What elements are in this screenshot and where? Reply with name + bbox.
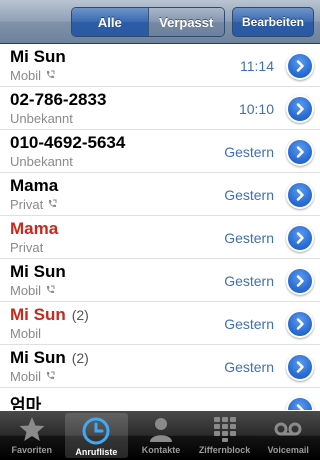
call-type: Mobil — [10, 283, 55, 298]
tab-label: Voicemail — [267, 445, 309, 455]
call-type: Mobil — [10, 68, 55, 83]
tab-contacts[interactable]: Kontakte — [129, 411, 193, 460]
tab-label: Anrufliste — [75, 447, 118, 457]
chevron-right-icon — [296, 103, 304, 115]
call-type-label: Mobil — [10, 369, 42, 384]
tab-keypad[interactable]: Ziffernblock — [193, 411, 257, 460]
call-time: Gestern — [224, 187, 274, 203]
filter-segmented-control: Alle Verpasst — [71, 7, 225, 37]
call-type: Unbekannt — [10, 154, 73, 169]
caller-name: 02-786-2833 — [10, 90, 106, 110]
tab-bar: Favoriten Anrufliste Kontakte Ziffernblo… — [0, 411, 320, 460]
detail-disclosure-button[interactable] — [288, 398, 312, 410]
call-type: Privat — [10, 240, 43, 255]
segment-missed[interactable]: Verpasst — [147, 8, 224, 36]
chevron-right-icon — [296, 146, 304, 158]
call-type: Privat — [10, 197, 57, 212]
call-count: (2) — [71, 307, 89, 323]
detail-disclosure-button[interactable] — [288, 226, 312, 250]
detail-disclosure-button[interactable] — [288, 97, 312, 121]
call-type: Unbekannt — [10, 111, 73, 126]
tab-favorites[interactable]: Favoriten — [0, 411, 64, 460]
segment-all[interactable]: Alle — [72, 8, 148, 36]
call-row[interactable]: Mi Sun Mobil Gestern — [0, 259, 320, 302]
chevron-right-icon — [296, 60, 304, 72]
call-type-label: Unbekannt — [10, 111, 73, 126]
call-time: Gestern — [224, 316, 274, 332]
tab-label: Kontakte — [141, 445, 181, 455]
caller-name: 010-4692-5634 — [10, 133, 125, 153]
detail-disclosure-button[interactable] — [288, 183, 312, 207]
caller-name-text: 엄마 — [10, 396, 42, 410]
outgoing-call-icon — [43, 197, 57, 212]
caller-name: Mi Sun (2) — [10, 305, 89, 325]
chevron-right-icon — [296, 404, 304, 410]
detail-disclosure-button[interactable] — [288, 355, 312, 379]
call-row[interactable]: Mi Sun (2) Mobil Gestern — [0, 345, 320, 388]
caller-name-text: Mama — [10, 219, 59, 238]
call-time: Gestern — [224, 273, 274, 289]
tab-voicemail[interactable]: Voicemail — [256, 411, 320, 460]
call-time: Gestern — [224, 230, 274, 246]
clock-icon — [80, 416, 112, 446]
tab-label: Favoriten — [11, 445, 53, 455]
caller-name: Mi Sun — [10, 262, 66, 282]
caller-name-text: 02-786-2833 — [10, 90, 107, 109]
call-row[interactable]: Mi Sun Mobil 11:14 — [0, 44, 320, 87]
keypad-icon — [209, 414, 241, 444]
call-time: Gestern — [224, 144, 274, 160]
call-row[interactable]: 엄마 — [0, 388, 320, 410]
caller-name: Mama — [10, 219, 58, 239]
call-type-label: Privat — [10, 197, 44, 212]
call-list: Mi Sun Mobil 11:14 02-786-2833 Unbekannt 10:1… — [0, 44, 320, 410]
caller-name: Mi Sun — [10, 47, 66, 67]
chevron-right-icon — [296, 318, 304, 330]
call-row[interactable]: 02-786-2833 Unbekannt 10:10 — [0, 87, 320, 130]
voicemail-icon — [272, 414, 304, 444]
call-time: Gestern — [224, 359, 274, 375]
tab-recents[interactable]: Anrufliste — [64, 413, 129, 458]
caller-name-text: 010-4692-5634 — [10, 133, 126, 152]
call-type-label: Unbekannt — [10, 154, 73, 169]
outgoing-call-icon — [41, 68, 55, 83]
call-row[interactable]: 010-4692-5634 Unbekannt Gestern — [0, 130, 320, 173]
caller-name-text: Mi Sun — [10, 305, 66, 324]
call-time: 11:14 — [240, 58, 274, 74]
detail-disclosure-button[interactable] — [288, 54, 312, 78]
detail-disclosure-button[interactable] — [288, 140, 312, 164]
call-type-label: Privat — [10, 240, 44, 255]
call-type-label: Mobil — [10, 326, 42, 341]
caller-name: 엄마 — [10, 391, 41, 410]
chevron-right-icon — [296, 232, 304, 244]
caller-name: Mama — [10, 176, 58, 196]
person-icon — [145, 414, 177, 444]
call-time: 10:10 — [238, 101, 274, 117]
outgoing-call-icon — [41, 283, 55, 298]
star-icon — [16, 414, 48, 444]
caller-name-text: Mi Sun — [10, 47, 66, 66]
call-type-label: Mobil — [10, 68, 42, 83]
call-row[interactable]: Mama Privat Gestern — [0, 173, 320, 216]
caller-name-text: Mi Sun — [10, 262, 66, 281]
tab-label: Ziffernblock — [198, 445, 251, 455]
call-count: (2) — [71, 350, 89, 366]
call-type-label: Mobil — [10, 283, 42, 298]
chevron-right-icon — [296, 189, 304, 201]
call-type: Mobil — [10, 326, 41, 341]
detail-disclosure-button[interactable] — [288, 269, 312, 293]
edit-button[interactable]: Bearbeiten — [232, 7, 314, 37]
call-type: Mobil — [10, 369, 55, 384]
chevron-right-icon — [296, 361, 304, 373]
detail-disclosure-button[interactable] — [288, 312, 312, 336]
chevron-right-icon — [296, 275, 304, 287]
nav-bar: Alle Verpasst Bearbeiten — [0, 0, 320, 44]
caller-name: Mi Sun (2) — [10, 348, 89, 368]
caller-name-text: Mi Sun — [10, 348, 66, 367]
caller-name-text: Mama — [10, 176, 59, 195]
outgoing-call-icon — [41, 369, 55, 384]
call-row[interactable]: Mama Privat Gestern — [0, 216, 320, 259]
call-row[interactable]: Mi Sun (2) Mobil Gestern — [0, 302, 320, 345]
